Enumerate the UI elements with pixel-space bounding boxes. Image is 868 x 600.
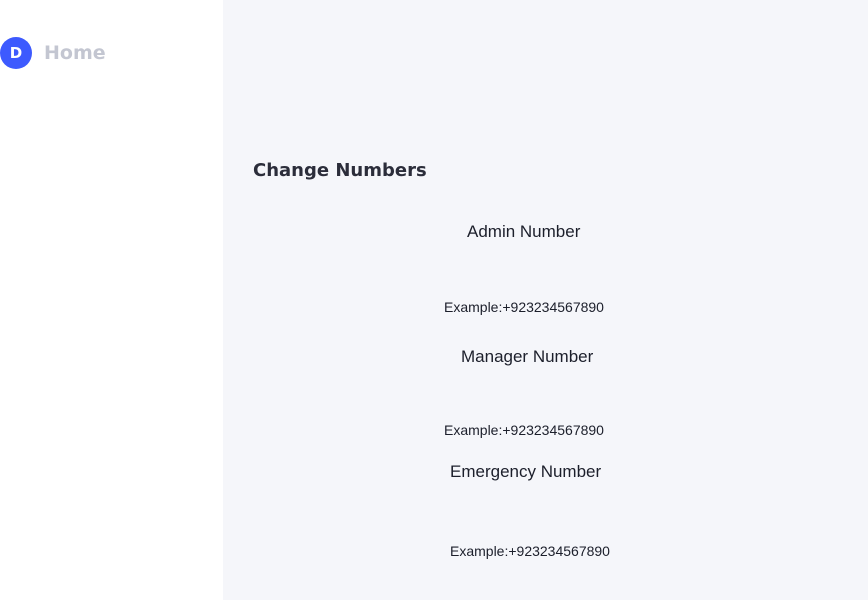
page-title: Change Numbers (253, 160, 427, 181)
manager-number-label: Manager Number (461, 347, 594, 366)
admin-number-label: Admin Number (467, 222, 581, 241)
emergency-number-input[interactable] (450, 543, 650, 559)
home-logo-icon: D (0, 37, 32, 69)
emergency-number-label: Emergency Number (450, 462, 602, 481)
main-content: Change Numbers Admin Number Manager Numb… (223, 0, 868, 600)
sidebar-item-label: Home (44, 42, 106, 64)
admin-number-input[interactable] (444, 299, 644, 315)
app-root: D Home Change Numbers Admin Number Manag… (0, 0, 868, 600)
sidebar-item-home[interactable]: D Home (0, 37, 106, 69)
manager-number-input[interactable] (444, 422, 644, 438)
sidebar: D Home (0, 0, 223, 600)
